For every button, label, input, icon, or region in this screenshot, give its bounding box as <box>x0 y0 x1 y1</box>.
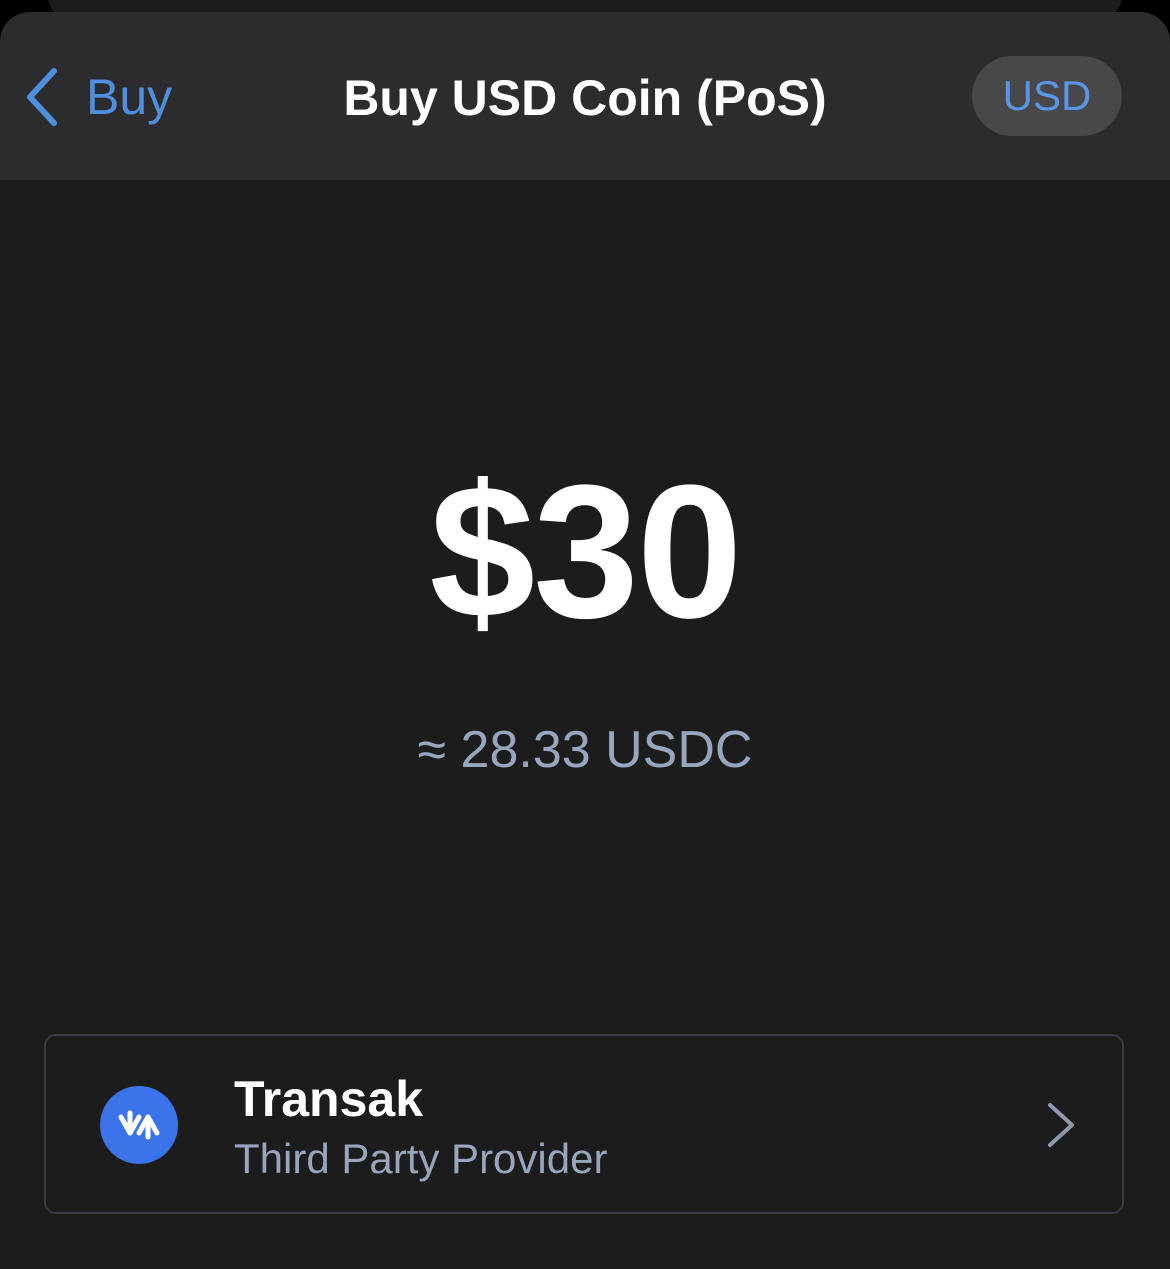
provider-name: Transak <box>234 1071 424 1127</box>
navigation-bar: Buy Buy USD Coin (PoS) USD <box>0 12 1170 180</box>
transak-swap-icon <box>100 1086 178 1164</box>
conversion-estimate: ≈ 28.33 USDC <box>417 721 753 779</box>
chevron-right-icon <box>1046 1102 1076 1153</box>
purchase-amount[interactable]: $30 <box>0 452 1170 652</box>
currency-selector-button[interactable]: USD <box>972 56 1122 136</box>
buy-sheet: Buy Buy USD Coin (PoS) USD $30 ≈ 28.33 U… <box>0 12 1170 1269</box>
provider-description: Third Party Provider <box>234 1135 608 1182</box>
provider-row[interactable]: Transak Third Party Provider <box>44 1034 1124 1214</box>
